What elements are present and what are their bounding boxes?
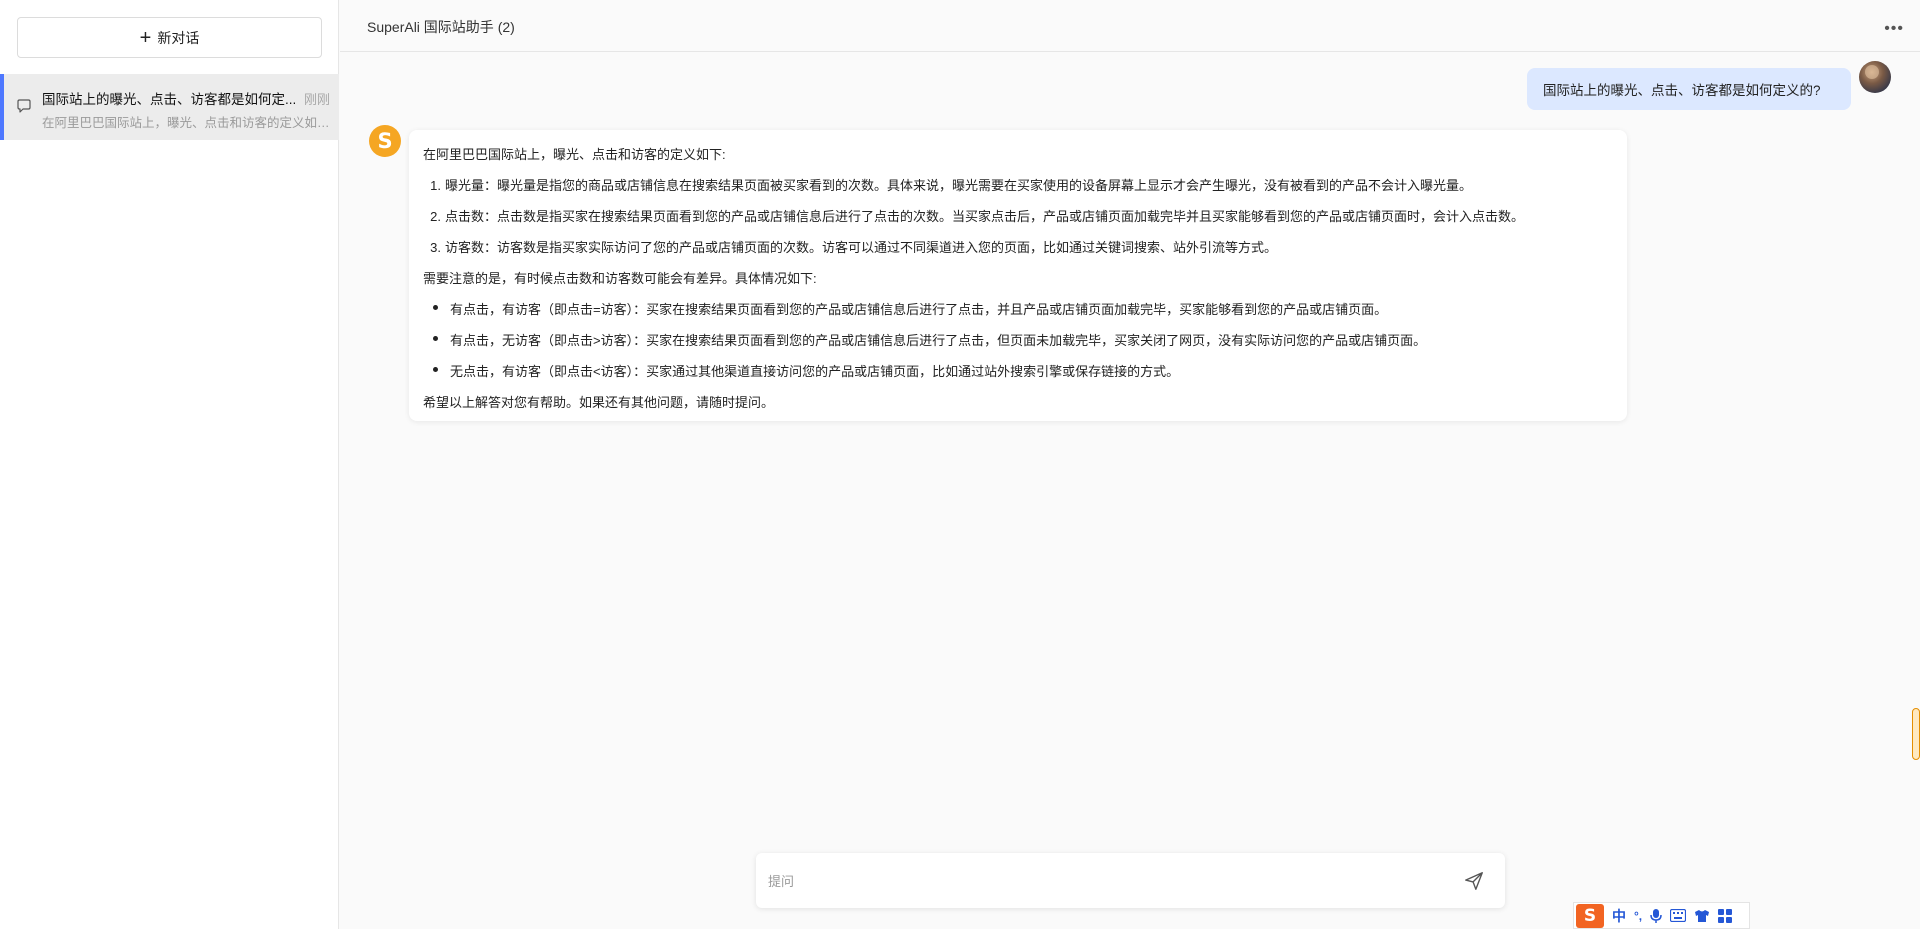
bot-note: 需要注意的是，有时候点击数和访客数可能会有差异。具体情况如下: [423, 271, 817, 286]
ime-toolbar: S 中 °, [1573, 902, 1750, 929]
item-number: 1. [430, 178, 441, 193]
bot-logo-icon: S [377, 129, 393, 153]
shirt-icon[interactable] [1694, 909, 1710, 923]
sidebar: + 新对话 国际站上的曝光、点击、访客都是如何定... 刚刚 在阿里巴巴国际站上… [0, 0, 339, 929]
user-avatar [1859, 61, 1891, 93]
bullet-dot [433, 367, 438, 372]
bot-message: 在阿里巴巴国际站上，曝光、点击和访客的定义如下: 1. 曝光量：曝光量是指您的商品… [409, 130, 1627, 421]
keyboard-icon[interactable] [1670, 909, 1687, 922]
item-number: 2. [430, 209, 441, 224]
scrollbar-thumb[interactable] [1912, 708, 1920, 760]
send-icon[interactable] [1463, 870, 1485, 892]
question-input-box [756, 853, 1505, 908]
bot-intro: 在阿里巴巴国际站上，曝光、点击和访客的定义如下: [423, 147, 726, 162]
bullet-item: 有点击，无访客（即点击>访客）：买家在搜索结果页面看到您的产品或店铺信息后进行了… [450, 333, 1427, 348]
conversation-item[interactable]: 国际站上的曝光、点击、访客都是如何定... 刚刚 在阿里巴巴国际站上，曝光、点击… [0, 74, 339, 140]
ime-mode-toggle[interactable]: 中 [1612, 906, 1626, 926]
grid-icon[interactable] [1718, 908, 1733, 923]
bullet-item: 有点击，有访客（即点击=访客）：买家在搜索结果页面看到您的产品或店铺信息后进行了… [450, 302, 1388, 317]
item-number: 3. [430, 240, 441, 255]
numbered-item: 2. 点击数：点击数是指买家在搜索结果页面看到您的产品或店铺信息后进行了点击的次数… [423, 206, 1524, 225]
conversation-title: 国际站上的曝光、点击、访客都是如何定... [42, 92, 297, 107]
plus-icon: + [139, 26, 152, 49]
conversation-preview: 在阿里巴巴国际站上，曝光、点击和访客的定义如下... [42, 116, 334, 130]
bot-closing: 希望以上解答对您有帮助。如果还有其他问题，请随时提问。 [423, 395, 775, 410]
new-chat-label: 新对话 [157, 29, 200, 46]
more-icon[interactable]: ••• [1884, 20, 1904, 38]
ime-logo-icon[interactable]: S [1576, 903, 1604, 928]
bullet-item: 无点击，有访客（即点击<访客）：买家通过其他渠道直接访问您的产品或店铺页面，比如… [450, 364, 1180, 379]
chat-header: SuperAli 国际站助手 (2) ••• [340, 0, 1920, 52]
chat-bubble-icon [17, 99, 31, 113]
new-chat-button[interactable]: + 新对话 [17, 17, 322, 58]
user-message: 国际站上的曝光、点击、访客都是如何定义的? [1527, 68, 1851, 110]
conversation-time: 刚刚 [304, 92, 331, 107]
numbered-item: 3. 访客数：访客数是指买家实际访问了您的产品或店铺页面的次数。访客可以通过不同渠… [423, 237, 1277, 256]
bot-avatar: S [369, 125, 401, 157]
microphone-icon[interactable] [1650, 908, 1662, 924]
numbered-item: 1. 曝光量：曝光量是指您的商品或店铺信息在搜索结果页面被买家看到的次数。具体来说… [423, 175, 1472, 194]
user-message-text: 国际站上的曝光、点击、访客都是如何定义的? [1543, 83, 1821, 98]
ime-punct-toggle[interactable]: °, [1634, 909, 1642, 923]
item-text: 曝光量：曝光量是指您的商品或店铺信息在搜索结果页面被买家看到的次数。具体来说，曝… [445, 178, 1473, 193]
item-text: 点击数：点击数是指买家在搜索结果页面看到您的产品或店铺信息后进行了点击的次数。当… [445, 209, 1525, 224]
question-input[interactable] [768, 870, 1408, 892]
bullet-dot [433, 336, 438, 341]
bullet-dot [433, 305, 438, 310]
item-text: 访客数：访客数是指买家实际访问了您的产品或店铺页面的次数。访客可以通过不同渠道进… [445, 240, 1278, 255]
chat-title: SuperAli 国际站助手 (2) [367, 19, 515, 35]
